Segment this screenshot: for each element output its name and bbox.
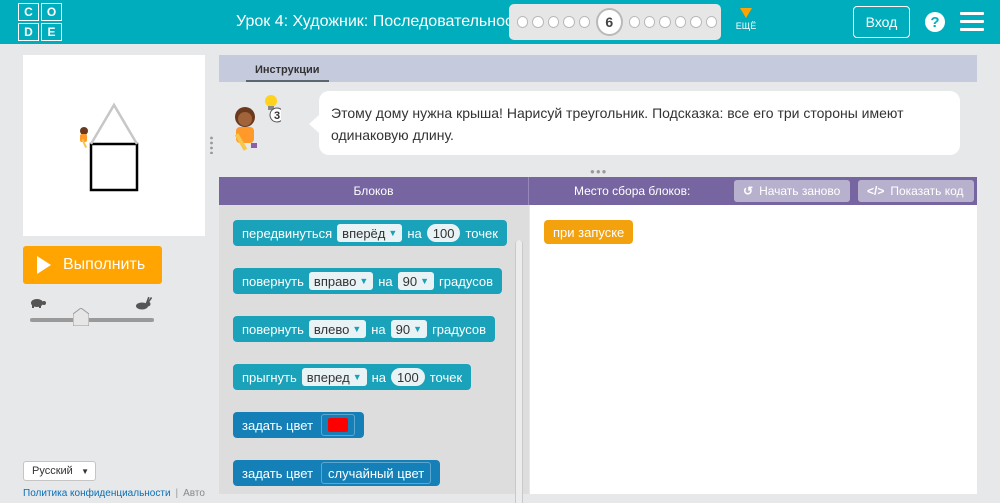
help-icon[interactable]: ?	[925, 12, 945, 32]
block-label: точек	[429, 369, 463, 385]
top-bar: C O D E Урок 4: Художник: Последовательн…	[0, 0, 1000, 44]
logo-letter-c: C	[18, 3, 39, 21]
current-level-indicator[interactable]: 6	[596, 8, 623, 36]
block-label: задать цвет	[242, 417, 314, 433]
when-run-block[interactable]: при запуске	[544, 220, 634, 244]
block-label: на	[371, 321, 386, 337]
block-label: прыгнуть	[242, 369, 297, 385]
angle-dropdown[interactable]: 90 ▼	[390, 320, 428, 338]
show-code-label: Показать код	[890, 184, 964, 198]
turtle-icon	[28, 296, 46, 311]
artist-icon	[80, 127, 88, 148]
random-color-value[interactable]: случайный цвет	[321, 462, 432, 484]
rabbit-icon	[134, 296, 153, 313]
login-button[interactable]: Вход	[853, 6, 910, 38]
privacy-link[interactable]: Политика конфиденциальности	[23, 488, 171, 499]
level-dot-3[interactable]	[547, 16, 560, 28]
instructions-header: Инструкции	[219, 55, 977, 82]
logo-letter-o: O	[41, 3, 62, 21]
language-select[interactable]: Русский ▼	[23, 461, 96, 481]
block-label: градусов	[439, 273, 493, 289]
workspace-area-title: Место сбора блоков:	[574, 184, 691, 198]
workspace-area[interactable]: при запуске	[530, 205, 977, 494]
set-random-color-block[interactable]: задать цвет случайный цвет	[233, 460, 441, 486]
instructions-text: Этому дому нужна крыша! Нарисуй треуголь…	[309, 91, 960, 155]
house-drawing	[80, 102, 139, 192]
move-forward-block[interactable]: передвинуться вперёд ▼ на 100 точек	[233, 220, 507, 246]
speed-thumb[interactable]	[73, 308, 90, 326]
speed-track[interactable]	[30, 318, 154, 322]
level-dot-1[interactable]	[517, 16, 529, 28]
block-label: повернуть	[242, 273, 304, 289]
run-button[interactable]: Выполнить	[23, 246, 162, 284]
direction-dropdown[interactable]: вперёд ▼	[337, 224, 403, 242]
chevron-down-icon: ▼	[81, 467, 89, 476]
copyright-link[interactable]: Авторские	[183, 488, 205, 499]
vertical-resize-handle[interactable]	[209, 136, 214, 154]
jump-forward-block[interactable]: прыгнуть вперед ▼ на 100 точек	[233, 364, 472, 390]
color-picker[interactable]	[321, 414, 356, 436]
set-color-block[interactable]: задать цвет	[233, 412, 365, 438]
block-label: передвинуться	[242, 225, 333, 241]
workspace: Блоков Место сбора блоков: ↺ Начать зано…	[219, 177, 977, 503]
level-dot-2[interactable]	[532, 16, 544, 28]
block-label: повернуть	[242, 321, 304, 337]
level-progress: 6	[509, 4, 721, 40]
toolbox-scrollbar[interactable]	[516, 240, 522, 503]
code-org-logo[interactable]: C O D E	[18, 3, 64, 41]
show-code-button[interactable]: </> Показать код	[858, 180, 974, 202]
more-arrow-icon	[740, 8, 752, 18]
drawing-canvas	[23, 55, 205, 236]
hint-count: 3	[274, 110, 280, 122]
tab-instructions[interactable]: Инструкции	[246, 60, 329, 82]
block-label: на	[407, 225, 422, 241]
level-dot-9[interactable]	[659, 16, 671, 28]
block-label: на	[378, 273, 393, 289]
instructions-panel: Инструкции 3 Этому дому нужна крыша! Нар…	[219, 55, 977, 164]
turn-right-block[interactable]: повернуть вправо ▼ на 90 ▼ градусов	[233, 268, 502, 294]
toolbox-title: Блоков	[219, 177, 529, 205]
toolbox: передвинуться вперёд ▼ на 100 точек повер…	[219, 205, 529, 503]
distance-input[interactable]: 100	[391, 368, 425, 386]
level-dot-7[interactable]	[628, 16, 640, 28]
hamburger-menu-icon[interactable]	[960, 12, 984, 32]
workspace-header: Блоков Место сбора блоков: ↺ Начать зано…	[219, 177, 977, 205]
reset-label: Начать заново	[759, 184, 841, 198]
logo-letter-e: E	[41, 23, 62, 41]
speed-slider[interactable]	[28, 296, 156, 328]
turn-left-block[interactable]: повернуть влево ▼ на 90 ▼ градусов	[233, 316, 495, 342]
color-swatch[interactable]	[328, 418, 349, 432]
reset-button[interactable]: ↺ Начать заново	[734, 180, 851, 202]
distance-input[interactable]: 100	[426, 224, 461, 242]
language-value: Русский	[32, 465, 73, 477]
level-dot-4[interactable]	[563, 16, 575, 28]
horizontal-resize-handle[interactable]: ●●●	[590, 167, 608, 176]
direction-dropdown[interactable]: вправо ▼	[308, 272, 374, 290]
direction-dropdown[interactable]: влево ▼	[308, 320, 367, 338]
level-dot-8[interactable]	[644, 16, 656, 28]
angle-dropdown[interactable]: 90 ▼	[397, 272, 435, 290]
more-label: ЕЩЁ	[735, 21, 757, 31]
logo-letter-d: D	[18, 23, 39, 41]
restart-icon: ↺	[743, 184, 754, 198]
more-levels-button[interactable]: ЕЩЁ	[733, 8, 759, 31]
code-icon: </>	[867, 184, 885, 198]
footer-links: Политика конфиденциальности|Авторские	[23, 488, 205, 502]
block-label: на	[371, 369, 387, 385]
block-label: градусов	[432, 321, 486, 337]
level-dot-12[interactable]	[705, 16, 718, 28]
block-label: точек	[465, 225, 498, 241]
direction-dropdown[interactable]: вперед ▼	[301, 368, 367, 386]
run-label: Выполнить	[63, 256, 146, 273]
level-dot-10[interactable]	[674, 16, 687, 28]
play-icon	[37, 256, 51, 274]
lesson-title[interactable]: Урок 4: Художник: Последовательность	[236, 13, 529, 31]
artist-avatar: 3	[225, 93, 285, 155]
block-label: задать цвет	[242, 465, 314, 481]
level-dot-11[interactable]	[690, 16, 702, 28]
level-dot-5[interactable]	[578, 16, 591, 28]
